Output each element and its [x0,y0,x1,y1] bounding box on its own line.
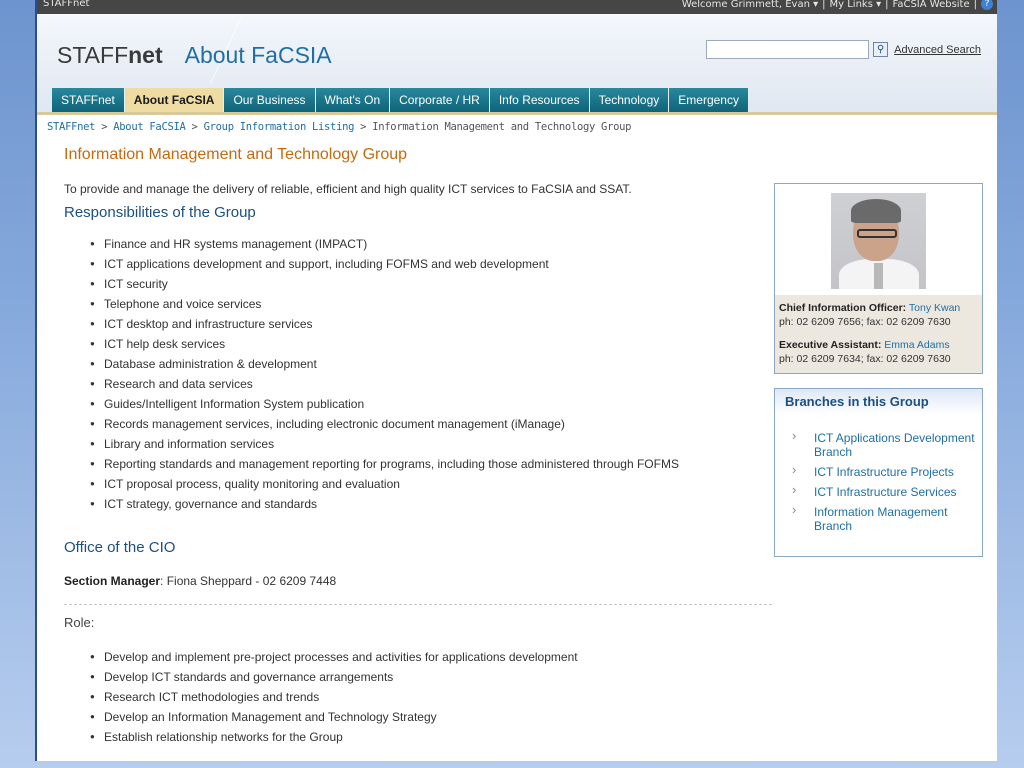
list-item: Database administration & development [90,357,774,377]
responsibilities-list: Finance and HR systems management (IMPAC… [90,237,774,517]
tab-whats-on[interactable]: What's On [315,88,391,113]
section-manager: Section Manager: Fiona Sheppard - 02 620… [64,574,337,588]
cio-phone: ph: 02 6209 7656; fax: 02 6209 7630 [779,316,951,328]
tab-technology[interactable]: Technology [589,88,670,113]
tab-corporate-hr[interactable]: Corporate / HR [390,88,490,113]
list-item: Research and data services [90,377,774,397]
site-logo[interactable]: STAFFnet About FaCSIA [57,42,332,69]
tab-about-facsia[interactable]: About FaCSIA [124,88,225,113]
list-item: Establish relationship networks for the … [90,730,774,750]
cio-contact-box: Chief Information Officer: Tony Kwan ph:… [774,183,983,374]
list-item: Develop and implement pre-project proces… [90,650,774,670]
main-nav: STAFFnet About FaCSIA Our Business What'… [52,88,749,113]
page-title: Information Management and Technology Gr… [64,146,408,163]
site-name: STAFFnet [43,0,90,9]
list-item: Library and information services [90,437,774,457]
list-item: Reporting standards and management repor… [90,457,774,477]
tab-staffnet[interactable]: STAFFnet [52,88,125,113]
welcome-menu[interactable]: Welcome Grimmett, Evan ▾ [682,0,818,10]
list-item: Guides/Intelligent Information System pu… [90,397,774,417]
role-list: Develop and implement pre-project proces… [90,650,774,750]
branch-link[interactable]: ICT Infrastructure Projects [775,463,982,479]
tab-info-resources[interactable]: Info Resources [489,88,590,113]
breadcrumb-group-listing[interactable]: Group Information Listing [204,121,355,133]
breadcrumb-current: Information Management and Technology Gr… [372,121,632,133]
list-item: ICT applications development and support… [90,257,774,277]
intro-text: To provide and manage the delivery of re… [64,182,632,196]
breadcrumb-about-facsia[interactable]: About FaCSIA [113,121,186,133]
list-item: ICT help desk services [90,337,774,357]
role-heading: Role: [64,615,95,630]
ea-name-link[interactable]: Emma Adams [884,339,949,351]
my-links-menu[interactable]: My Links ▾ [830,0,882,10]
list-item: Records management services, including e… [90,417,774,437]
search-area: ⚲ Advanced Search [706,40,981,59]
breadcrumb: STAFFnet > About FaCSIA > Group Informat… [47,121,632,133]
list-item: ICT proposal process, quality monitoring… [90,477,774,497]
search-input[interactable] [706,40,870,59]
responsibilities-heading: Responsibilities of the Group [64,204,256,221]
help-icon[interactable]: ? [981,0,993,10]
dashed-divider [64,604,772,605]
list-item: Develop an Information Management and Te… [90,710,774,730]
list-item: Develop ICT standards and governance arr… [90,670,774,690]
branches-heading: Branches in this Group [775,389,982,415]
list-item: Finance and HR systems management (IMPAC… [90,237,774,257]
branches-box: Branches in this Group ICT Applications … [774,388,983,557]
tab-emergency[interactable]: Emergency [669,88,749,113]
advanced-search-link[interactable]: Advanced Search [894,44,981,56]
cio-heading: Office of the CIO [64,539,176,556]
list-item: ICT strategy, governance and standards [90,497,774,517]
nav-divider [37,112,997,115]
top-utility-bar: STAFFnet Welcome Grimmett, Evan ▾ | My L… [37,0,997,14]
cio-photo [831,193,926,289]
contact-details: Chief Information Officer: Tony Kwan ph:… [775,295,982,373]
list-item: Research ICT methodologies and trends [90,690,774,710]
search-icon[interactable]: ⚲ [873,42,889,57]
tab-our-business[interactable]: Our Business [224,88,316,113]
branch-link[interactable]: ICT Infrastructure Services [775,483,982,499]
branch-link[interactable]: ICT Applications Development Branch [775,429,982,459]
branch-link[interactable]: Information Management Branch [775,503,982,533]
cio-name-link[interactable]: Tony Kwan [909,302,960,314]
ea-phone: ph: 02 6209 7634; fax: 02 6209 7630 [779,353,951,365]
branches-list: ICT Applications Development Branch ICT … [775,429,982,533]
list-item: Telephone and voice services [90,297,774,317]
browser-page: STAFFnet Welcome Grimmett, Evan ▾ | My L… [35,0,997,761]
list-item: ICT security [90,277,774,297]
main-content: Information Management and Technology Gr… [64,146,774,750]
breadcrumb-staffnet[interactable]: STAFFnet [47,121,95,133]
section-title: About FaCSIA [184,42,332,68]
facsia-website-link[interactable]: FaCSIA Website [893,0,970,10]
list-item: ICT desktop and infrastructure services [90,317,774,337]
